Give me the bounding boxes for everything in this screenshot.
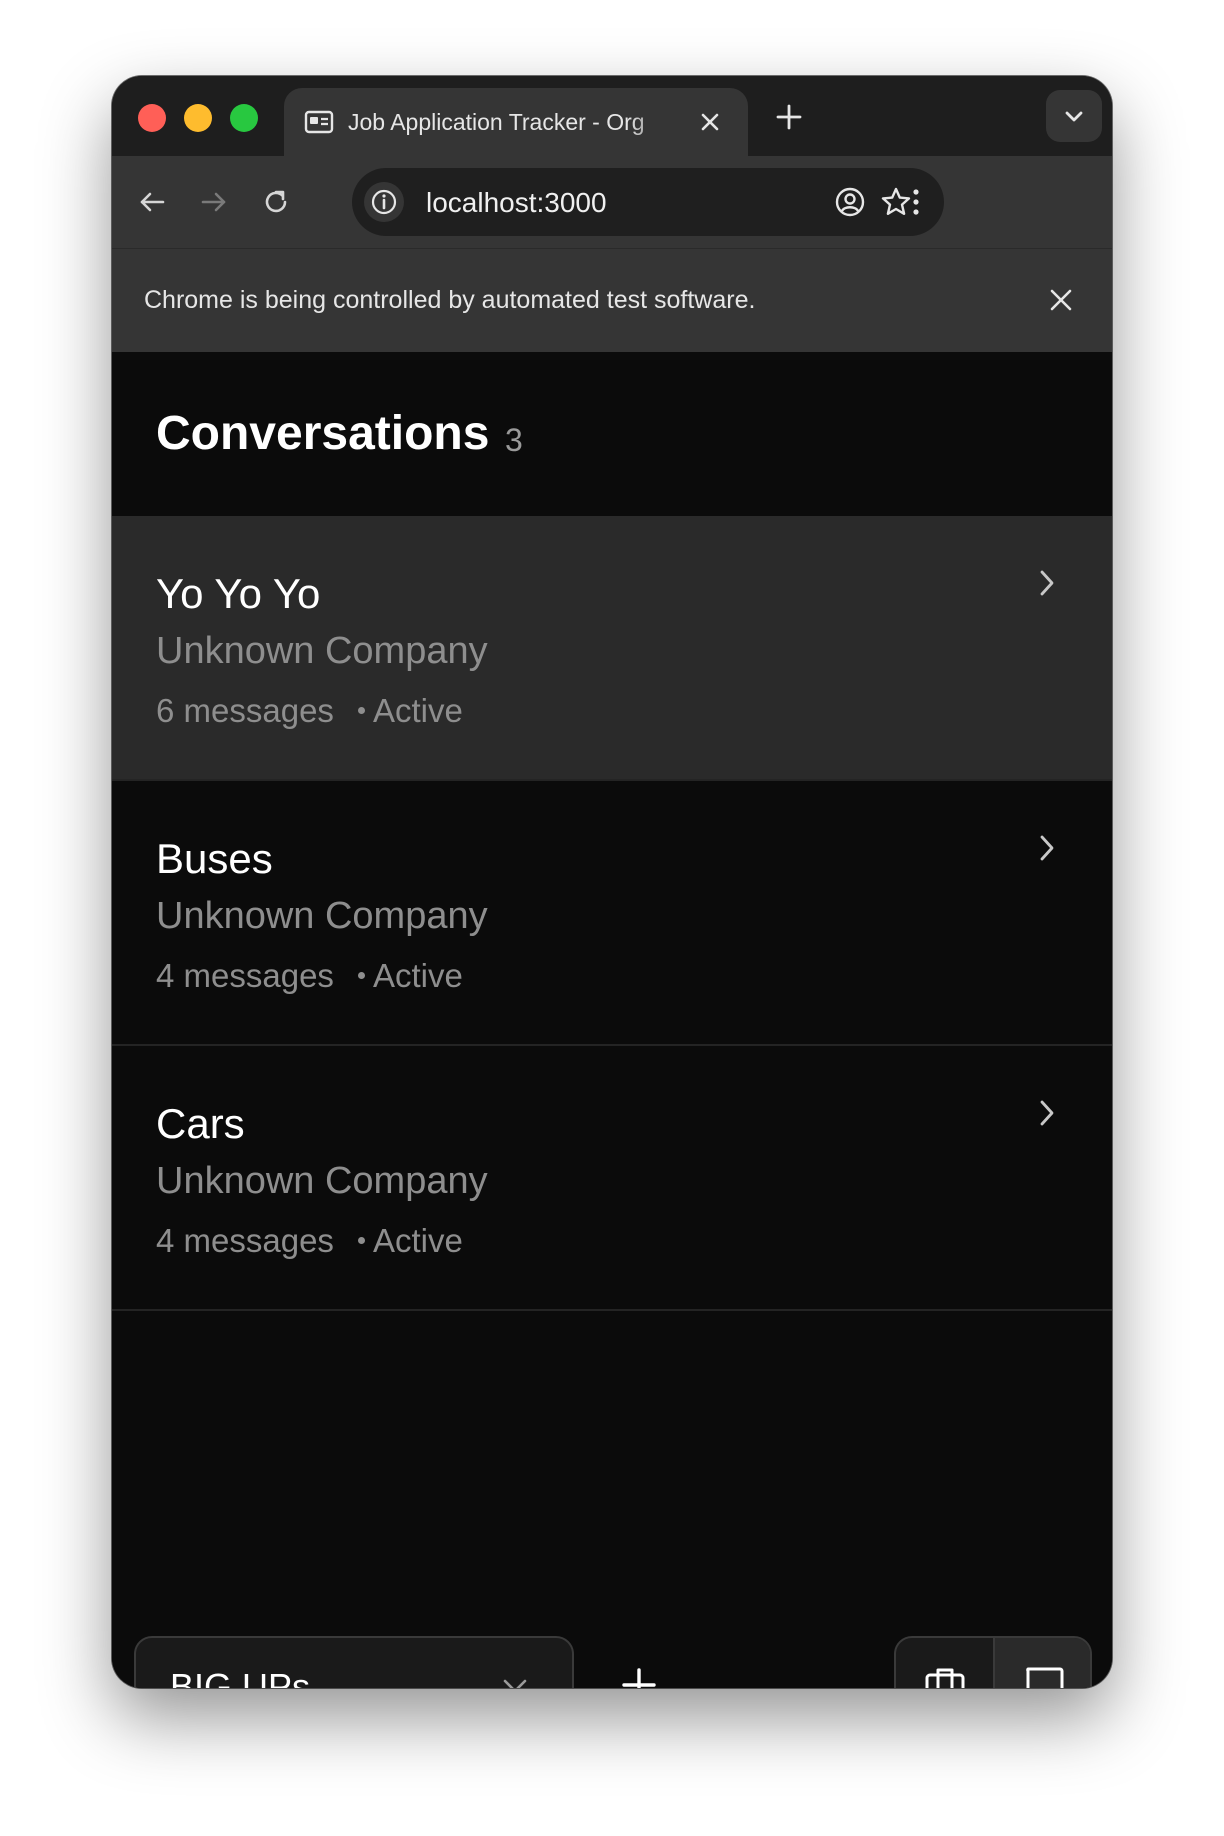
chevron-down-icon [503,1679,527,1688]
separator-dot [357,1236,365,1244]
separator-dot [357,971,365,979]
page-title: Conversations [156,407,490,460]
info-icon [371,189,397,215]
conversation-status: Active [372,1222,463,1259]
conversation-item[interactable]: Cars Unknown Company 4 messages Active [112,1046,1112,1311]
minimize-window-button[interactable] [184,104,212,132]
profile-icon[interactable] [834,186,866,218]
conversation-meta: 4 messages Active [156,1222,463,1260]
reload-icon[interactable] [260,186,292,218]
conversation-meta: 6 messages Active [156,692,463,730]
tab-title: Job Application Tracker - Org [348,109,645,135]
conversation-meta: 4 messages Active [156,957,463,995]
jobs-view-button[interactable] [896,1638,995,1688]
chevron-right-icon [1040,1100,1054,1126]
conversation-company: Unknown Company [156,895,488,937]
menu-kebab-icon[interactable] [900,186,932,218]
conversation-name: Cars [156,1100,245,1147]
new-tab-plus-icon[interactable] [774,102,804,132]
close-icon[interactable] [698,110,722,134]
conversation-status: Active [372,692,463,729]
briefcase-icon [925,1668,965,1688]
browser-toolbar: localhost:3000 [112,156,1112,248]
message-count: 4 messages [156,1222,334,1259]
conversation-company: Unknown Company [156,630,488,672]
conversation-name: Yo Yo Yo [156,570,321,617]
back-arrow-icon[interactable] [136,186,168,218]
conversation-status: Active [372,957,463,994]
message-count: 4 messages [156,957,334,994]
view-toggle [894,1636,1092,1688]
browser-tab[interactable]: Job Application Tracker - Org [284,88,748,156]
chevron-right-icon [1040,835,1054,861]
add-plus-icon[interactable] [616,1662,662,1688]
organization-select[interactable]: BIG UPs [134,1636,574,1688]
conversation-item[interactable]: Yo Yo Yo Unknown Company 6 messages Activ… [112,516,1112,781]
conversations-header: Conversations 3 [112,352,1112,516]
chat-bubble-icon [1026,1667,1064,1688]
forward-arrow-icon[interactable] [198,186,230,218]
conversation-item[interactable]: Buses Unknown Company 4 messages Active [112,781,1112,1046]
conversation-name: Buses [156,835,273,882]
maximize-window-button[interactable] [230,104,258,132]
chevron-right-icon [1040,570,1054,596]
conversations-view-button[interactable] [995,1638,1090,1688]
tab-search-button[interactable] [1046,90,1102,142]
conversation-company: Unknown Company [156,1160,488,1202]
chevron-down-icon [1065,111,1083,122]
automation-infobar: Chrome is being controlled by automated … [112,248,1112,352]
tab-strip: Job Application Tracker - Org [112,76,1112,156]
id-card-icon [304,110,334,134]
message-count: 6 messages [156,692,334,729]
conversation-count: 3 [505,422,523,458]
site-info-button[interactable] [364,182,404,222]
close-icon[interactable] [1048,287,1074,313]
organization-select-value: BIG UPs [170,1666,311,1688]
browser-window: Job Application Tracker - Org localhost:… [112,76,1112,1688]
page-content: Conversations 3 Yo Yo Yo Unknown Company… [112,352,1112,1688]
close-window-button[interactable] [138,104,166,132]
url-text: localhost:3000 [426,187,607,218]
separator-dot [357,706,365,714]
automation-notice: Chrome is being controlled by automated … [144,286,756,314]
